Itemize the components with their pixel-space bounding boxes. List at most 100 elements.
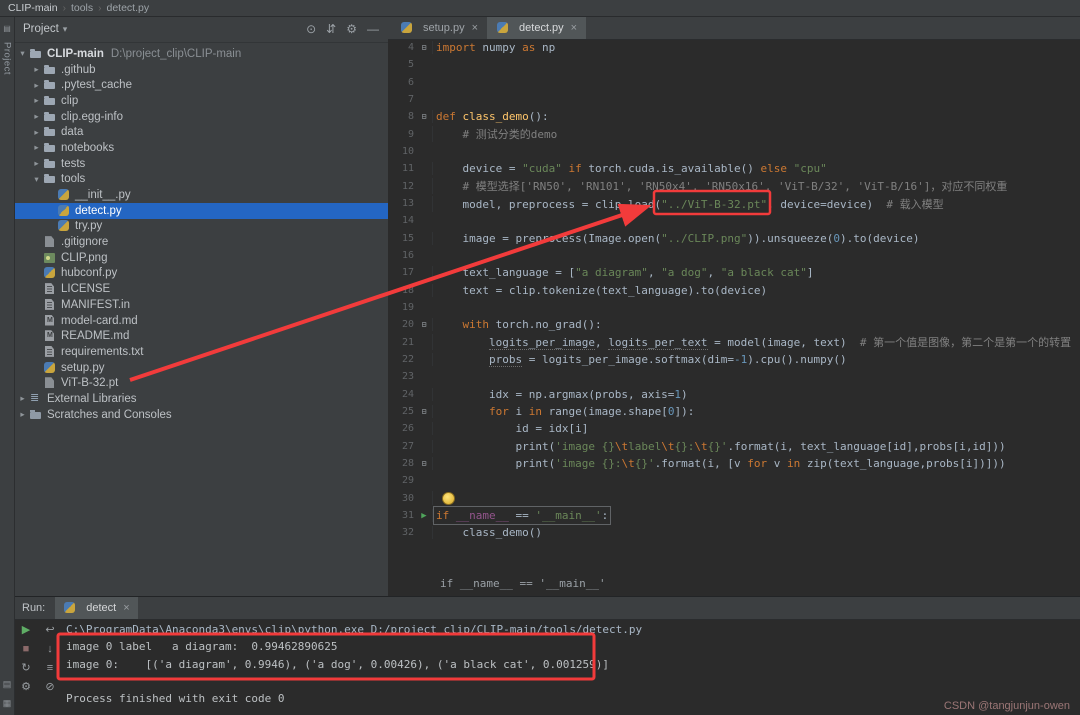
run-settings-icon[interactable]: ⚙	[21, 682, 31, 693]
hide-panel-icon[interactable]: —	[367, 22, 379, 36]
console-output[interactable]: C:\ProgramData\Anaconda3\envs\clip\pytho…	[64, 621, 1080, 715]
close-tab-icon[interactable]: ×	[472, 22, 478, 34]
chevron-down-icon[interactable]: ▾	[30, 174, 43, 185]
tree-item-clip-main[interactable]: ▾CLIP-mainD:\project_clip\CLIP-main	[14, 46, 388, 62]
tree-item-requirements-txt[interactable]: requirements.txt	[14, 344, 388, 360]
tree-item-notebooks[interactable]: ▸notebooks	[14, 140, 388, 156]
code-line[interactable]: 18 text = clip.tokenize(text_language).t…	[388, 282, 1080, 299]
breadcrumb-item-clip-main[interactable]: CLIP-main	[8, 2, 58, 14]
chevron-down-icon[interactable]: ▾	[63, 24, 68, 35]
tree-item-setup-py[interactable]: setup.py	[14, 360, 388, 376]
code-line[interactable]: 22 probs = logits_per_image.softmax(dim=…	[388, 351, 1080, 368]
scroll-to-end-icon[interactable]: ↓	[47, 644, 53, 655]
tree-item-scratches-and-consoles[interactable]: ▸Scratches and Consoles	[14, 407, 388, 423]
code-area[interactable]: 4⊟import numpy as np5678⊟def class_demo(…	[388, 39, 1080, 596]
code-line[interactable]: 6	[388, 74, 1080, 91]
project-panel-title[interactable]: Project	[23, 23, 59, 35]
breadcrumb-item-detect-py[interactable]: detect.py	[106, 2, 149, 14]
tree-item-tools[interactable]: ▾tools	[14, 172, 388, 188]
code-line[interactable]: 26 id = idx[i]	[388, 420, 1080, 437]
tree-item-init-py[interactable]: __init__.py	[14, 187, 388, 203]
code-line[interactable]: 27 print('image {}\tlabel\t{}:\t{}'.form…	[388, 438, 1080, 455]
tree-item-hubconf-py[interactable]: hubconf.py	[14, 266, 388, 282]
code-line[interactable]: 16	[388, 247, 1080, 264]
chevron-right-icon[interactable]: ▸	[16, 409, 29, 420]
code-line[interactable]: 9 # 测试分类的demo	[388, 126, 1080, 143]
tree-item-github[interactable]: ▸.github	[14, 62, 388, 78]
chevron-right-icon[interactable]: ▸	[30, 80, 43, 91]
tree-item-vit-b-32-pt[interactable]: ViT-B-32.pt	[14, 375, 388, 391]
code-line[interactable]: 19	[388, 299, 1080, 316]
tree-item-detect-py[interactable]: detect.py	[14, 203, 388, 219]
code-line[interactable]: 14	[388, 212, 1080, 229]
tree-item-data[interactable]: ▸data	[14, 124, 388, 140]
restart-icon[interactable]: ↻	[21, 663, 30, 674]
code-line[interactable]: 8⊟def class_demo():	[388, 108, 1080, 125]
close-tab-icon[interactable]: ×	[571, 22, 577, 34]
code-line[interactable]: 28⊟ print('image {}:\t{}'.format(i, [v f…	[388, 455, 1080, 472]
tree-item-pytest-cache[interactable]: ▸.pytest_cache	[14, 77, 388, 93]
clear-console-icon[interactable]: ⊘	[45, 682, 54, 693]
code-line[interactable]: 31▶if __name__ == '__main__':	[388, 507, 1080, 524]
project-stripe-label[interactable]: Project	[2, 42, 13, 75]
print-console-icon[interactable]: ≡	[47, 663, 53, 674]
fold-icon[interactable]: ⊟	[416, 320, 432, 329]
tree-item-readme-md[interactable]: README.md	[14, 328, 388, 344]
code-line[interactable]: 17 text_language = ["a diagram", "a dog"…	[388, 264, 1080, 281]
run-line-icon[interactable]: ▶	[416, 511, 432, 521]
fold-icon[interactable]: ⊟	[416, 407, 432, 416]
stop-icon[interactable]: ■	[23, 644, 30, 655]
code-line[interactable]: 24 idx = np.argmax(probs, axis=1)	[388, 386, 1080, 403]
fold-icon[interactable]: ⊟	[416, 43, 432, 52]
tree-item-clip[interactable]: ▸clip	[14, 93, 388, 109]
code-line[interactable]: 11 device = "cuda" if torch.cuda.is_avai…	[388, 160, 1080, 177]
chevron-right-icon[interactable]: ▸	[16, 393, 29, 404]
chevron-down-icon[interactable]: ▾	[16, 48, 29, 59]
collapse-all-icon[interactable]: ⇵	[326, 22, 336, 36]
intention-bulb-icon[interactable]	[442, 492, 455, 505]
favorites-stripe-icon[interactable]: ▦	[3, 698, 12, 709]
tree-item-manifest-in[interactable]: MANIFEST.in	[14, 297, 388, 313]
locate-file-icon[interactable]: ⊙	[306, 22, 316, 36]
breadcrumb-item-tools[interactable]: tools	[71, 2, 93, 14]
code-line[interactable]: 20⊟ with torch.no_grad():	[388, 316, 1080, 333]
tree-item-tests[interactable]: ▸tests	[14, 156, 388, 172]
code-line[interactable]: 15 image = preprocess(Image.open("../CLI…	[388, 230, 1080, 247]
chevron-right-icon[interactable]: ▸	[30, 127, 43, 138]
code-line[interactable]: 29	[388, 472, 1080, 489]
code-line[interactable]: 4⊟import numpy as np	[388, 39, 1080, 56]
code-line[interactable]: 13 model, preprocess = clip.load("../ViT…	[388, 195, 1080, 212]
rerun-icon[interactable]: ▶	[22, 625, 30, 636]
tab-setup-py[interactable]: setup.py×	[391, 16, 487, 39]
code-line[interactable]: 10	[388, 143, 1080, 160]
structure-stripe-icon[interactable]: ▤	[3, 679, 12, 690]
close-run-tab-icon[interactable]: ×	[123, 602, 129, 614]
project-stripe-icon[interactable]: ▤	[0, 24, 14, 33]
code-line[interactable]: 5	[388, 56, 1080, 73]
tree-item-external-libraries[interactable]: ▸External Libraries	[14, 391, 388, 407]
chevron-right-icon[interactable]: ▸	[30, 64, 43, 75]
code-line[interactable]: 12 # 模型选择['RN50', 'RN101', 'RN50x4', 'RN…	[388, 178, 1080, 195]
run-tab-detect[interactable]: detect ×	[55, 597, 137, 619]
code-line[interactable]: 30	[388, 490, 1080, 507]
tree-item-clip-png[interactable]: CLIP.png	[14, 250, 388, 266]
code-line[interactable]: 23	[388, 368, 1080, 385]
tree-item-model-card-md[interactable]: model-card.md	[14, 313, 388, 329]
tree-item-gitignore[interactable]: .gitignore	[14, 234, 388, 250]
chevron-right-icon[interactable]: ▸	[30, 111, 43, 122]
code-line[interactable]: 32 class_demo()	[388, 524, 1080, 541]
fold-icon[interactable]: ⊟	[416, 459, 432, 468]
fold-icon[interactable]: ⊟	[416, 112, 432, 121]
tree-item-clip-egg-info[interactable]: ▸clip.egg-info	[14, 109, 388, 125]
code-line[interactable]: 21 logits_per_image, logits_per_text = m…	[388, 334, 1080, 351]
chevron-right-icon[interactable]: ▸	[30, 142, 43, 153]
chevron-right-icon[interactable]: ▸	[30, 158, 43, 169]
tree-item-try-py[interactable]: try.py	[14, 219, 388, 235]
tab-detect-py[interactable]: detect.py×	[487, 16, 586, 39]
soft-wrap-icon[interactable]: ↩	[45, 625, 54, 636]
code-line[interactable]: 25⊟ for i in range(image.shape[0]):	[388, 403, 1080, 420]
tree-item-license[interactable]: LICENSE	[14, 281, 388, 297]
chevron-right-icon[interactable]: ▸	[30, 95, 43, 106]
settings-icon[interactable]: ⚙	[346, 22, 357, 36]
code-line[interactable]: 7	[388, 91, 1080, 108]
